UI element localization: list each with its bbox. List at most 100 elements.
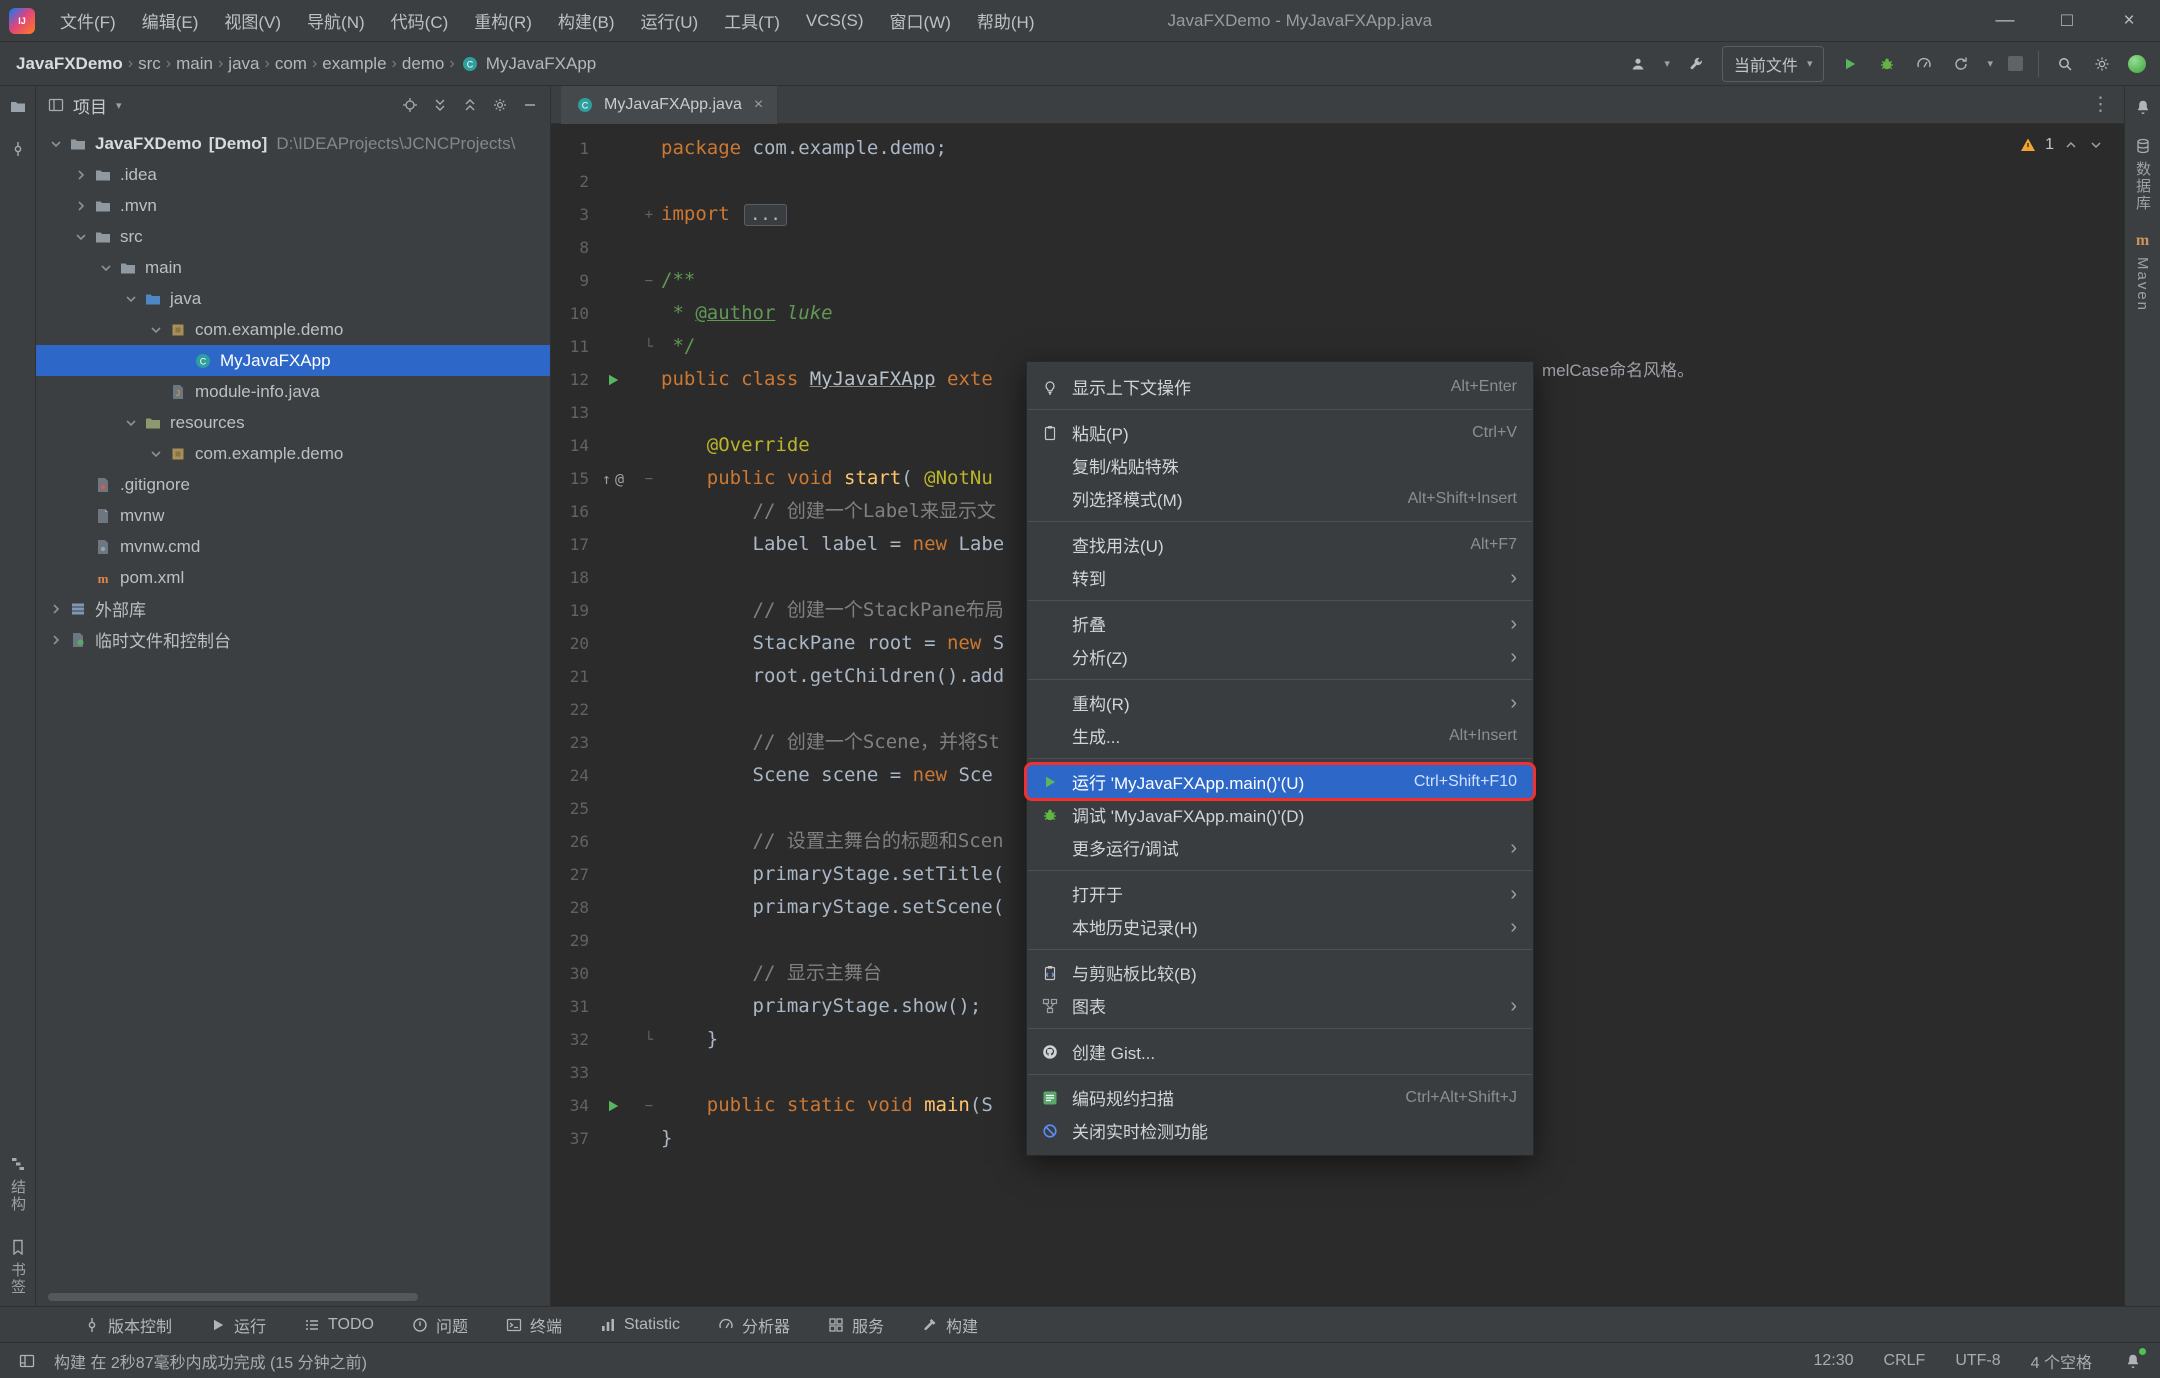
tree-item[interactable]: 外部库	[36, 593, 550, 624]
override-gutter-icon[interactable]: ↑	[602, 470, 611, 488]
wrench-icon[interactable]	[1685, 53, 1707, 75]
editor-line[interactable]: 2	[551, 165, 2124, 198]
menu-item-generate[interactable]: 生成...Alt+Insert	[1027, 719, 1533, 752]
editor-line[interactable]: 9−/**	[551, 264, 2124, 297]
menu-window[interactable]: 窗口(W)	[877, 0, 964, 41]
tree-item[interactable]: resources	[36, 407, 550, 438]
tree-item[interactable]: CMyJavaFXApp	[36, 345, 550, 376]
menu-vcs[interactable]: VCS(S)	[793, 0, 877, 41]
toolwindow-statistic-button[interactable]: Statistic	[600, 1316, 680, 1334]
prev-problem-icon[interactable]	[2063, 137, 2079, 153]
menu-item-folding[interactable]: 折叠›	[1027, 607, 1533, 640]
fold-marker[interactable]: −	[637, 471, 661, 487]
menu-navigate[interactable]: 导航(N)	[294, 0, 378, 41]
panel-settings-gear-icon[interactable]	[492, 97, 508, 113]
tree-item[interactable]: 临时文件和控制台	[36, 624, 550, 655]
chevron-down-icon[interactable]	[121, 289, 141, 309]
run-configuration-selector[interactable]: 当前文件 ▾	[1722, 46, 1825, 82]
profiler-button[interactable]	[1913, 53, 1935, 75]
run-gutter-icon[interactable]	[605, 1098, 621, 1114]
menu-item-create-gist[interactable]: 创建 Gist...	[1027, 1035, 1533, 1068]
rerun-button[interactable]	[1950, 53, 1972, 75]
menu-item-open-in[interactable]: 打开于›	[1027, 877, 1533, 910]
tree-item[interactable]: com.example.demo	[36, 314, 550, 345]
fold-marker[interactable]: └	[637, 1032, 661, 1048]
menu-tools[interactable]: 工具(T)	[711, 0, 793, 41]
toolwindow-terminal-button[interactable]: 终端	[506, 1313, 562, 1337]
fold-marker[interactable]: +	[637, 207, 661, 223]
menu-view[interactable]: 视图(V)	[211, 0, 294, 41]
menu-item-run-main[interactable]: 运行 'MyJavaFXApp.main()'(U)Ctrl+Shift+F10	[1027, 765, 1533, 798]
indent-widget[interactable]: 4 个空格	[2031, 1349, 2092, 1373]
editor-line[interactable]: 11└ */	[551, 330, 2124, 363]
toolwindow-bookmarks-button[interactable]: 书签	[7, 1239, 28, 1296]
breadcrumb-item[interactable]: com	[275, 54, 307, 74]
menu-run[interactable]: 运行(U)	[628, 0, 712, 41]
toolwindow-profiler-button[interactable]: 分析器	[718, 1313, 790, 1337]
breadcrumb-item[interactable]: example	[322, 54, 386, 74]
menu-item-refactor[interactable]: 重构(R)›	[1027, 686, 1533, 719]
menu-item-show-context-actions[interactable]: 显示上下文操作Alt+Enter	[1027, 370, 1533, 403]
toolwindow-maven-button[interactable]: m Maven	[2134, 232, 2151, 312]
expand-all-icon[interactable]	[432, 97, 448, 113]
tree-item[interactable]: com.example.demo	[36, 438, 550, 469]
breadcrumb-item[interactable]: demo	[402, 54, 445, 74]
editor-tab[interactable]: C MyJavaFXApp.java ×	[561, 86, 778, 124]
breadcrumb-item[interactable]: java	[228, 54, 259, 74]
user-account-icon[interactable]	[1627, 53, 1649, 75]
fold-marker[interactable]: −	[637, 1098, 661, 1114]
menu-item-compare-with-clipboard[interactable]: 与剪贴板比较(B)	[1027, 956, 1533, 989]
tree-item[interactable]: Jmodule-info.java	[36, 376, 550, 407]
editor-line[interactable]: 10 * @author luke	[551, 297, 2124, 330]
menu-code[interactable]: 代码(C)	[378, 0, 462, 41]
tree-item[interactable]: src	[36, 221, 550, 252]
toolwindow-problems-button[interactable]: 问题	[412, 1313, 468, 1337]
editor-line[interactable]: 3+import ...	[551, 198, 2124, 231]
run-gutter-icon[interactable]	[605, 372, 621, 388]
menu-item-more-run-debug[interactable]: 更多运行/调试›	[1027, 831, 1533, 864]
breadcrumb-item[interactable]: JavaFXDemo	[16, 54, 123, 74]
menu-item-column-selection-mode[interactable]: 列选择模式(M)Alt+Shift+Insert	[1027, 482, 1533, 515]
toolwindow-version-control-button[interactable]: 版本控制	[84, 1313, 172, 1337]
menu-item-debug-main[interactable]: 调试 'MyJavaFXApp.main()'(D)	[1027, 798, 1533, 831]
menu-item-diagrams[interactable]: 图表›	[1027, 989, 1533, 1022]
toolwindow-database-button[interactable]: 数据库	[2132, 138, 2153, 212]
menu-item-copy-paste-special[interactable]: 复制/粘贴特殊	[1027, 449, 1533, 482]
menu-item-analyze[interactable]: 分析(Z)›	[1027, 640, 1533, 673]
menu-item-disable-realtime-inspection[interactable]: 关闭实时检测功能	[1027, 1114, 1533, 1147]
code-with-me-icon[interactable]	[2128, 55, 2146, 73]
menu-refactor[interactable]: 重构(R)	[461, 0, 545, 41]
chevron-down-icon[interactable]	[146, 444, 166, 464]
inspections-widget[interactable]: 1	[2020, 136, 2104, 154]
tree-item[interactable]: .mvn	[36, 190, 550, 221]
chevron-down-icon[interactable]	[71, 227, 91, 247]
next-problem-icon[interactable]	[2088, 137, 2104, 153]
tree-item[interactable]: mvnw	[36, 500, 550, 531]
menu-file[interactable]: 文件(F)	[47, 0, 129, 41]
chevron-down-icon[interactable]	[121, 413, 141, 433]
menu-item-go-to[interactable]: 转到›	[1027, 561, 1533, 594]
tree-item[interactable]: .idea	[36, 159, 550, 190]
status-message[interactable]: 构建 在 2秒87毫秒内成功完成 (15 分钟之前)	[54, 1349, 367, 1373]
notifications-icon[interactable]	[2132, 96, 2154, 118]
chevron-right-icon[interactable]	[46, 599, 66, 619]
tree-item[interactable]: mvnw.cmd	[36, 531, 550, 562]
toolwindow-todo-button[interactable]: TODO	[304, 1316, 374, 1334]
hide-panel-icon[interactable]	[522, 97, 538, 113]
chevron-right-icon[interactable]	[46, 630, 66, 650]
menu-help[interactable]: 帮助(H)	[964, 0, 1048, 41]
horizontal-scrollbar[interactable]	[48, 1293, 418, 1301]
toolwindow-layout-icon[interactable]	[16, 1350, 38, 1372]
close-button[interactable]: ×	[2098, 0, 2160, 41]
menu-item-find-usages[interactable]: 查找用法(U)Alt+F7	[1027, 528, 1533, 561]
chevron-right-icon[interactable]	[71, 196, 91, 216]
project-panel-caret-icon[interactable]: ▾	[116, 99, 122, 112]
chevron-down-icon[interactable]	[46, 134, 66, 154]
more-run-caret-icon[interactable]: ▾	[1987, 57, 1993, 70]
run-button[interactable]	[1839, 53, 1861, 75]
toolwindow-commit-button[interactable]	[7, 138, 29, 160]
minimize-button[interactable]: —	[1974, 0, 2036, 41]
tab-options-kebab-icon[interactable]: ⋮	[2091, 93, 2124, 116]
tree-item[interactable]: mpom.xml	[36, 562, 550, 593]
locate-file-icon[interactable]	[402, 97, 418, 113]
